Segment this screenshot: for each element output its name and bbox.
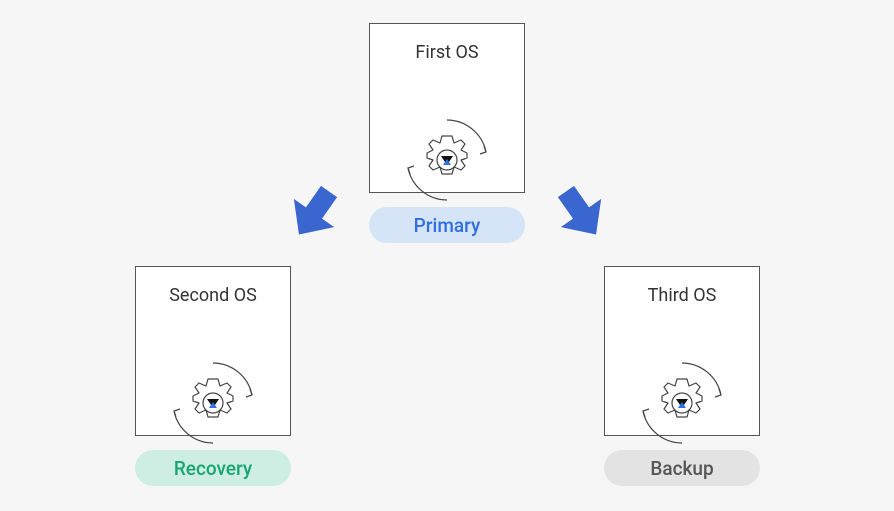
block-arrow-icon [273,172,355,258]
gear-cycle-icon [632,353,732,453]
node-first-os: First OS [369,23,525,193]
tag-primary: Primary [369,207,525,243]
gear-cycle-icon [397,110,497,210]
tag-label: Recovery [174,457,252,480]
tag-label: Primary [414,214,481,237]
tag-recovery: Recovery [135,450,291,486]
node-third-os: Third OS [604,266,760,436]
gear-cycle-icon [163,353,263,453]
diagram-stage: First OS Primary Second OS Recovery Thir… [0,0,894,511]
node-title: Third OS [605,285,759,306]
tag-backup: Backup [604,450,760,486]
block-arrow-icon [540,172,622,258]
tag-label: Backup [650,457,713,480]
node-second-os: Second OS [135,266,291,436]
node-title: First OS [370,42,524,63]
node-title: Second OS [136,285,290,306]
